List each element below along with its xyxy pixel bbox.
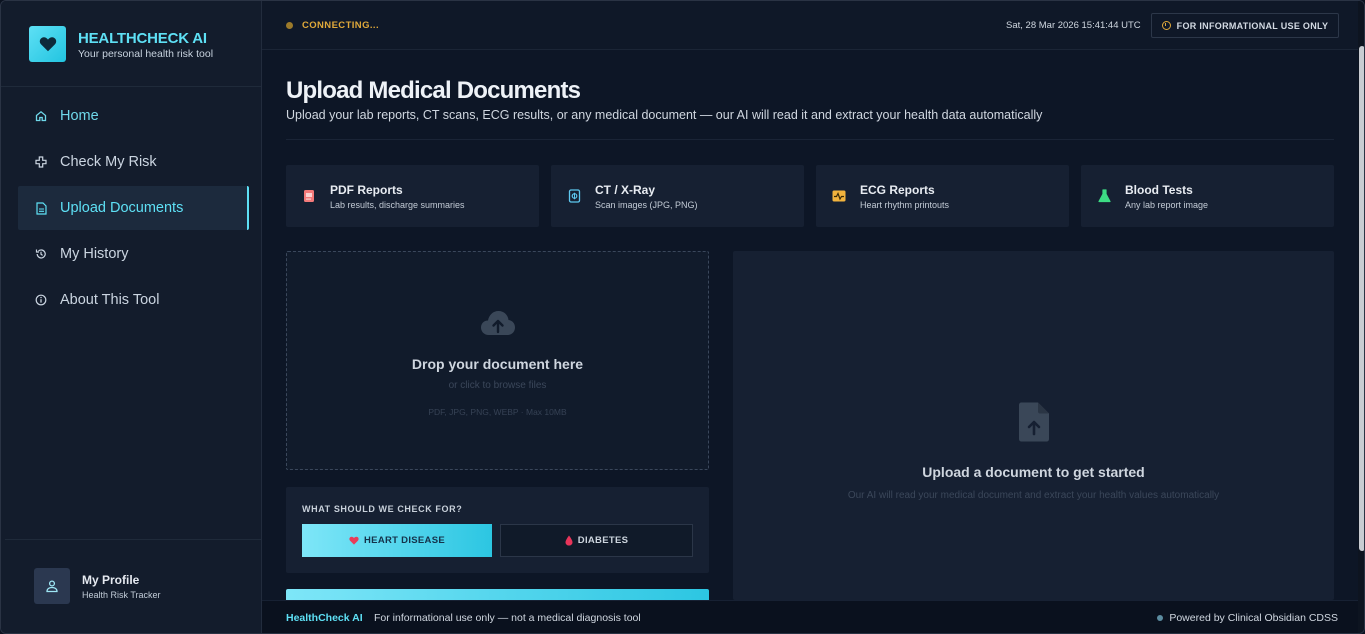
result-panel: Upload a document to get started Our AI … [733,251,1334,600]
file-dropzone[interactable]: Drop your document here or click to brow… [286,251,709,470]
result-title: Upload a document to get started [922,464,1145,480]
status-dot-icon [1157,615,1164,621]
dropzone-formats: PDF, JPG, PNG, WEBP · Max 10MB [428,407,567,417]
card-ecg-reports: ECG Reports Heart rhythm printouts [816,165,1069,227]
card-ct-xray: CT / X-Ray Scan images (JPG, PNG) [551,165,804,227]
sidebar-item-label: About This Tool [60,292,160,308]
info-icon [34,293,48,307]
check-for-label: WHAT SHOULD WE CHECK FOR? [302,504,463,514]
divider [5,539,261,540]
app-window: HEALTHCHECK AI Your personal health risk… [0,0,1365,634]
ecg-icon [832,189,846,203]
home-icon [34,109,48,123]
card-pdf-reports: PDF Reports Lab results, discharge summa… [286,165,539,227]
analyze-button[interactable] [286,589,709,600]
footer-note: For informational use only — not a medic… [374,612,641,624]
option-label: HEART DISEASE [364,535,445,546]
warning-icon [1161,21,1171,30]
check-for-panel: WHAT SHOULD WE CHECK FOR? HEART DISEASE … [286,487,709,573]
pdf-icon [302,189,316,203]
badge-text: FOR INFORMATIONAL USE ONLY [1176,20,1329,31]
card-subtitle: Lab results, discharge summaries [330,199,465,210]
card-title: ECG Reports [860,182,935,197]
option-label: DIABETES [577,535,629,546]
sidebar-item-my-history[interactable]: My History [18,232,249,276]
avatar [34,568,70,604]
heart-icon [349,536,359,545]
scrollbar[interactable] [1358,1,1364,633]
card-title: Blood Tests [1125,182,1193,197]
main-content: Upload Medical Documents Upload your lab… [262,50,1358,600]
scrollbar-thumb[interactable] [1359,46,1364,551]
sidebar-nav: Home Check My Risk Upload Documents My H… [18,94,249,324]
datetime: Sat, 28 Mar 2026 15:41:44 UTC [1006,20,1141,31]
sidebar-item-label: Check My Risk [60,154,157,170]
brand-title: HEALTHCHECK AI [78,30,207,47]
scan-icon [567,189,581,203]
card-title: PDF Reports [330,182,403,197]
profile-name: My Profile [82,572,140,587]
brand-subtitle: Your personal health risk tool [78,48,214,60]
top-bar: CONNECTING... Sat, 28 Mar 2026 15:41:44 … [262,1,1359,50]
option-diabetes[interactable]: DIABETES [500,524,693,557]
card-title: CT / X-Ray [595,182,656,197]
medical-cross-icon [34,155,48,169]
sidebar-item-about-this-tool[interactable]: About This Tool [18,278,249,322]
document-type-cards: PDF Reports Lab results, discharge summa… [286,165,1346,227]
sidebar-item-label: Upload Documents [60,200,184,216]
sidebar: HEALTHCHECK AI Your personal health risk… [1,1,262,633]
page-subtitle: Upload your lab reports, CT scans, ECG r… [286,108,1043,122]
drop-icon [565,535,573,546]
cloud-upload-icon [480,309,516,342]
divider [286,139,1334,140]
sidebar-item-home[interactable]: Home [18,94,249,138]
status-dot-icon [286,22,293,29]
card-blood-tests: Blood Tests Any lab report image [1081,165,1334,227]
heart-logo-icon [29,26,66,62]
dropzone-title: Drop your document here [411,356,584,372]
card-subtitle: Scan images (JPG, PNG) [595,199,698,210]
divider [1,86,261,87]
dropzone-subtitle: or click to browse files [448,380,547,391]
sidebar-item-check-my-risk[interactable]: Check My Risk [18,140,249,184]
footer-powered: Powered by Clinical Obsidian CDSS [1157,612,1338,624]
card-subtitle: Heart rhythm printouts [860,199,950,210]
connection-status: CONNECTING... [286,20,379,31]
document-icon [34,201,48,215]
profile-subtitle: Health Risk Tracker [82,589,161,600]
sidebar-item-label: My History [60,246,129,262]
page-title: Upload Medical Documents [286,77,581,104]
file-upload-icon [1017,401,1051,448]
footer-brand: HealthCheck AI [286,612,363,624]
sidebar-item-upload-documents[interactable]: Upload Documents [18,186,249,230]
informational-badge: FOR INFORMATIONAL USE ONLY [1151,13,1339,38]
footer: HealthCheck AI For informational use onl… [262,600,1358,633]
footer-powered-text: Powered by Clinical Obsidian CDSS [1169,612,1338,624]
flask-icon [1097,189,1111,203]
option-heart-disease[interactable]: HEART DISEASE [302,524,492,557]
result-subtitle: Our AI will read your medical document a… [847,490,1220,501]
brand[interactable]: HEALTHCHECK AI Your personal health risk… [29,26,213,62]
profile[interactable]: My Profile Health Risk Tracker [34,568,161,604]
sidebar-item-label: Home [60,108,99,124]
card-subtitle: Any lab report image [1125,199,1209,210]
history-icon [34,247,48,261]
status-text: CONNECTING... [302,20,379,31]
